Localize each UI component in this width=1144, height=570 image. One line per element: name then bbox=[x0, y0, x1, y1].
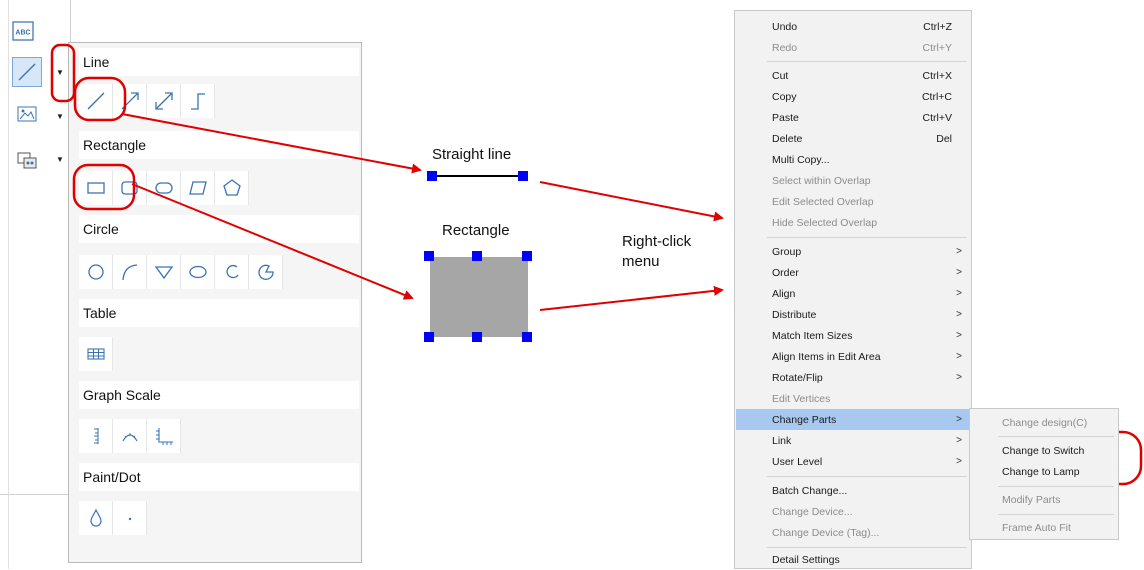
submenu-item-change-to-switch[interactable]: Change to Switch bbox=[970, 440, 1118, 461]
rectangle-tool-highlight bbox=[72, 163, 136, 211]
menu-separator bbox=[767, 476, 967, 477]
menu-item-distribute[interactable]: Distribute > bbox=[736, 304, 970, 325]
menu-item-order[interactable]: Order > bbox=[736, 262, 970, 283]
menu-item-match-item-sizes[interactable]: Match Item Sizes > bbox=[736, 325, 970, 346]
menu-item-change-device[interactable]: Change Device... bbox=[736, 501, 970, 522]
submenu-item-modify-parts[interactable]: Modify Parts bbox=[970, 489, 1118, 510]
menu-item-link[interactable]: Link > bbox=[736, 430, 970, 451]
menu-item-edit-vertices[interactable]: Edit Vertices bbox=[736, 388, 970, 409]
menu-item-detail-settings[interactable]: Detail Settings bbox=[736, 549, 970, 570]
menu-item-user-level[interactable]: User Level > bbox=[736, 451, 970, 472]
line-tool-highlight bbox=[73, 76, 127, 122]
submenu-separator bbox=[998, 436, 1114, 437]
submenu-separator bbox=[998, 514, 1114, 515]
menu-item-group[interactable]: Group > bbox=[736, 241, 970, 262]
menu-item-redo[interactable]: Redo Ctrl+Y bbox=[736, 37, 970, 58]
menu-separator bbox=[767, 61, 967, 62]
context-menu: Undo Ctrl+Z Redo Ctrl+Y Cut Ctrl+X Copy Ctrl… bbox=[734, 10, 972, 569]
dropdown-highlight bbox=[50, 43, 76, 103]
menu-item-batch-change[interactable]: Batch Change... bbox=[736, 480, 970, 501]
menu-separator bbox=[767, 237, 967, 238]
menu-item-change-device-tag[interactable]: Change Device (Tag)... bbox=[736, 522, 970, 543]
submenu-item-change-to-lamp[interactable]: Change to Lamp bbox=[970, 461, 1118, 482]
submenu-separator bbox=[998, 486, 1114, 487]
straight-line-object[interactable] bbox=[427, 171, 528, 181]
line-to-menu-arrow bbox=[539, 181, 724, 222]
menu-item-align-items-in-edit-area[interactable]: Align Items in Edit Area > bbox=[736, 346, 970, 367]
menu-item-rotate-flip[interactable]: Rotate/Flip > bbox=[736, 367, 970, 388]
menu-item-cut[interactable]: Cut Ctrl+X bbox=[736, 65, 970, 86]
menu-item-copy[interactable]: Copy Ctrl+C bbox=[736, 86, 970, 107]
menu-item-select-within-overlap[interactable]: Select within Overlap bbox=[736, 170, 970, 191]
rect-to-menu-arrow bbox=[539, 285, 724, 311]
submenu-item-change-design[interactable]: Change design(C) bbox=[970, 412, 1118, 433]
submenu-item-frame-auto-fit[interactable]: Frame Auto Fit bbox=[970, 517, 1118, 538]
rectangle-object[interactable] bbox=[424, 251, 532, 342]
menu-item-delete[interactable]: Delete Del bbox=[736, 128, 970, 149]
menu-item-hide-selected-overlap[interactable]: Hide Selected Overlap bbox=[736, 212, 970, 233]
menu-item-align[interactable]: Align > bbox=[736, 283, 970, 304]
change-parts-submenu: Change design(C) Change to Switch Change… bbox=[969, 408, 1119, 540]
menu-item-change-parts[interactable]: Change Parts > bbox=[736, 409, 970, 430]
menu-item-multi-copy[interactable]: Multi Copy... bbox=[736, 149, 970, 170]
menu-item-edit-selected-overlap[interactable]: Edit Selected Overlap bbox=[736, 191, 970, 212]
menu-item-paste[interactable]: Paste Ctrl+V bbox=[736, 107, 970, 128]
menu-separator bbox=[767, 547, 967, 548]
menu-item-undo[interactable]: Undo Ctrl+Z bbox=[736, 16, 970, 37]
rect-to-object-arrow bbox=[131, 183, 414, 300]
line-to-object-arrow bbox=[121, 113, 422, 174]
